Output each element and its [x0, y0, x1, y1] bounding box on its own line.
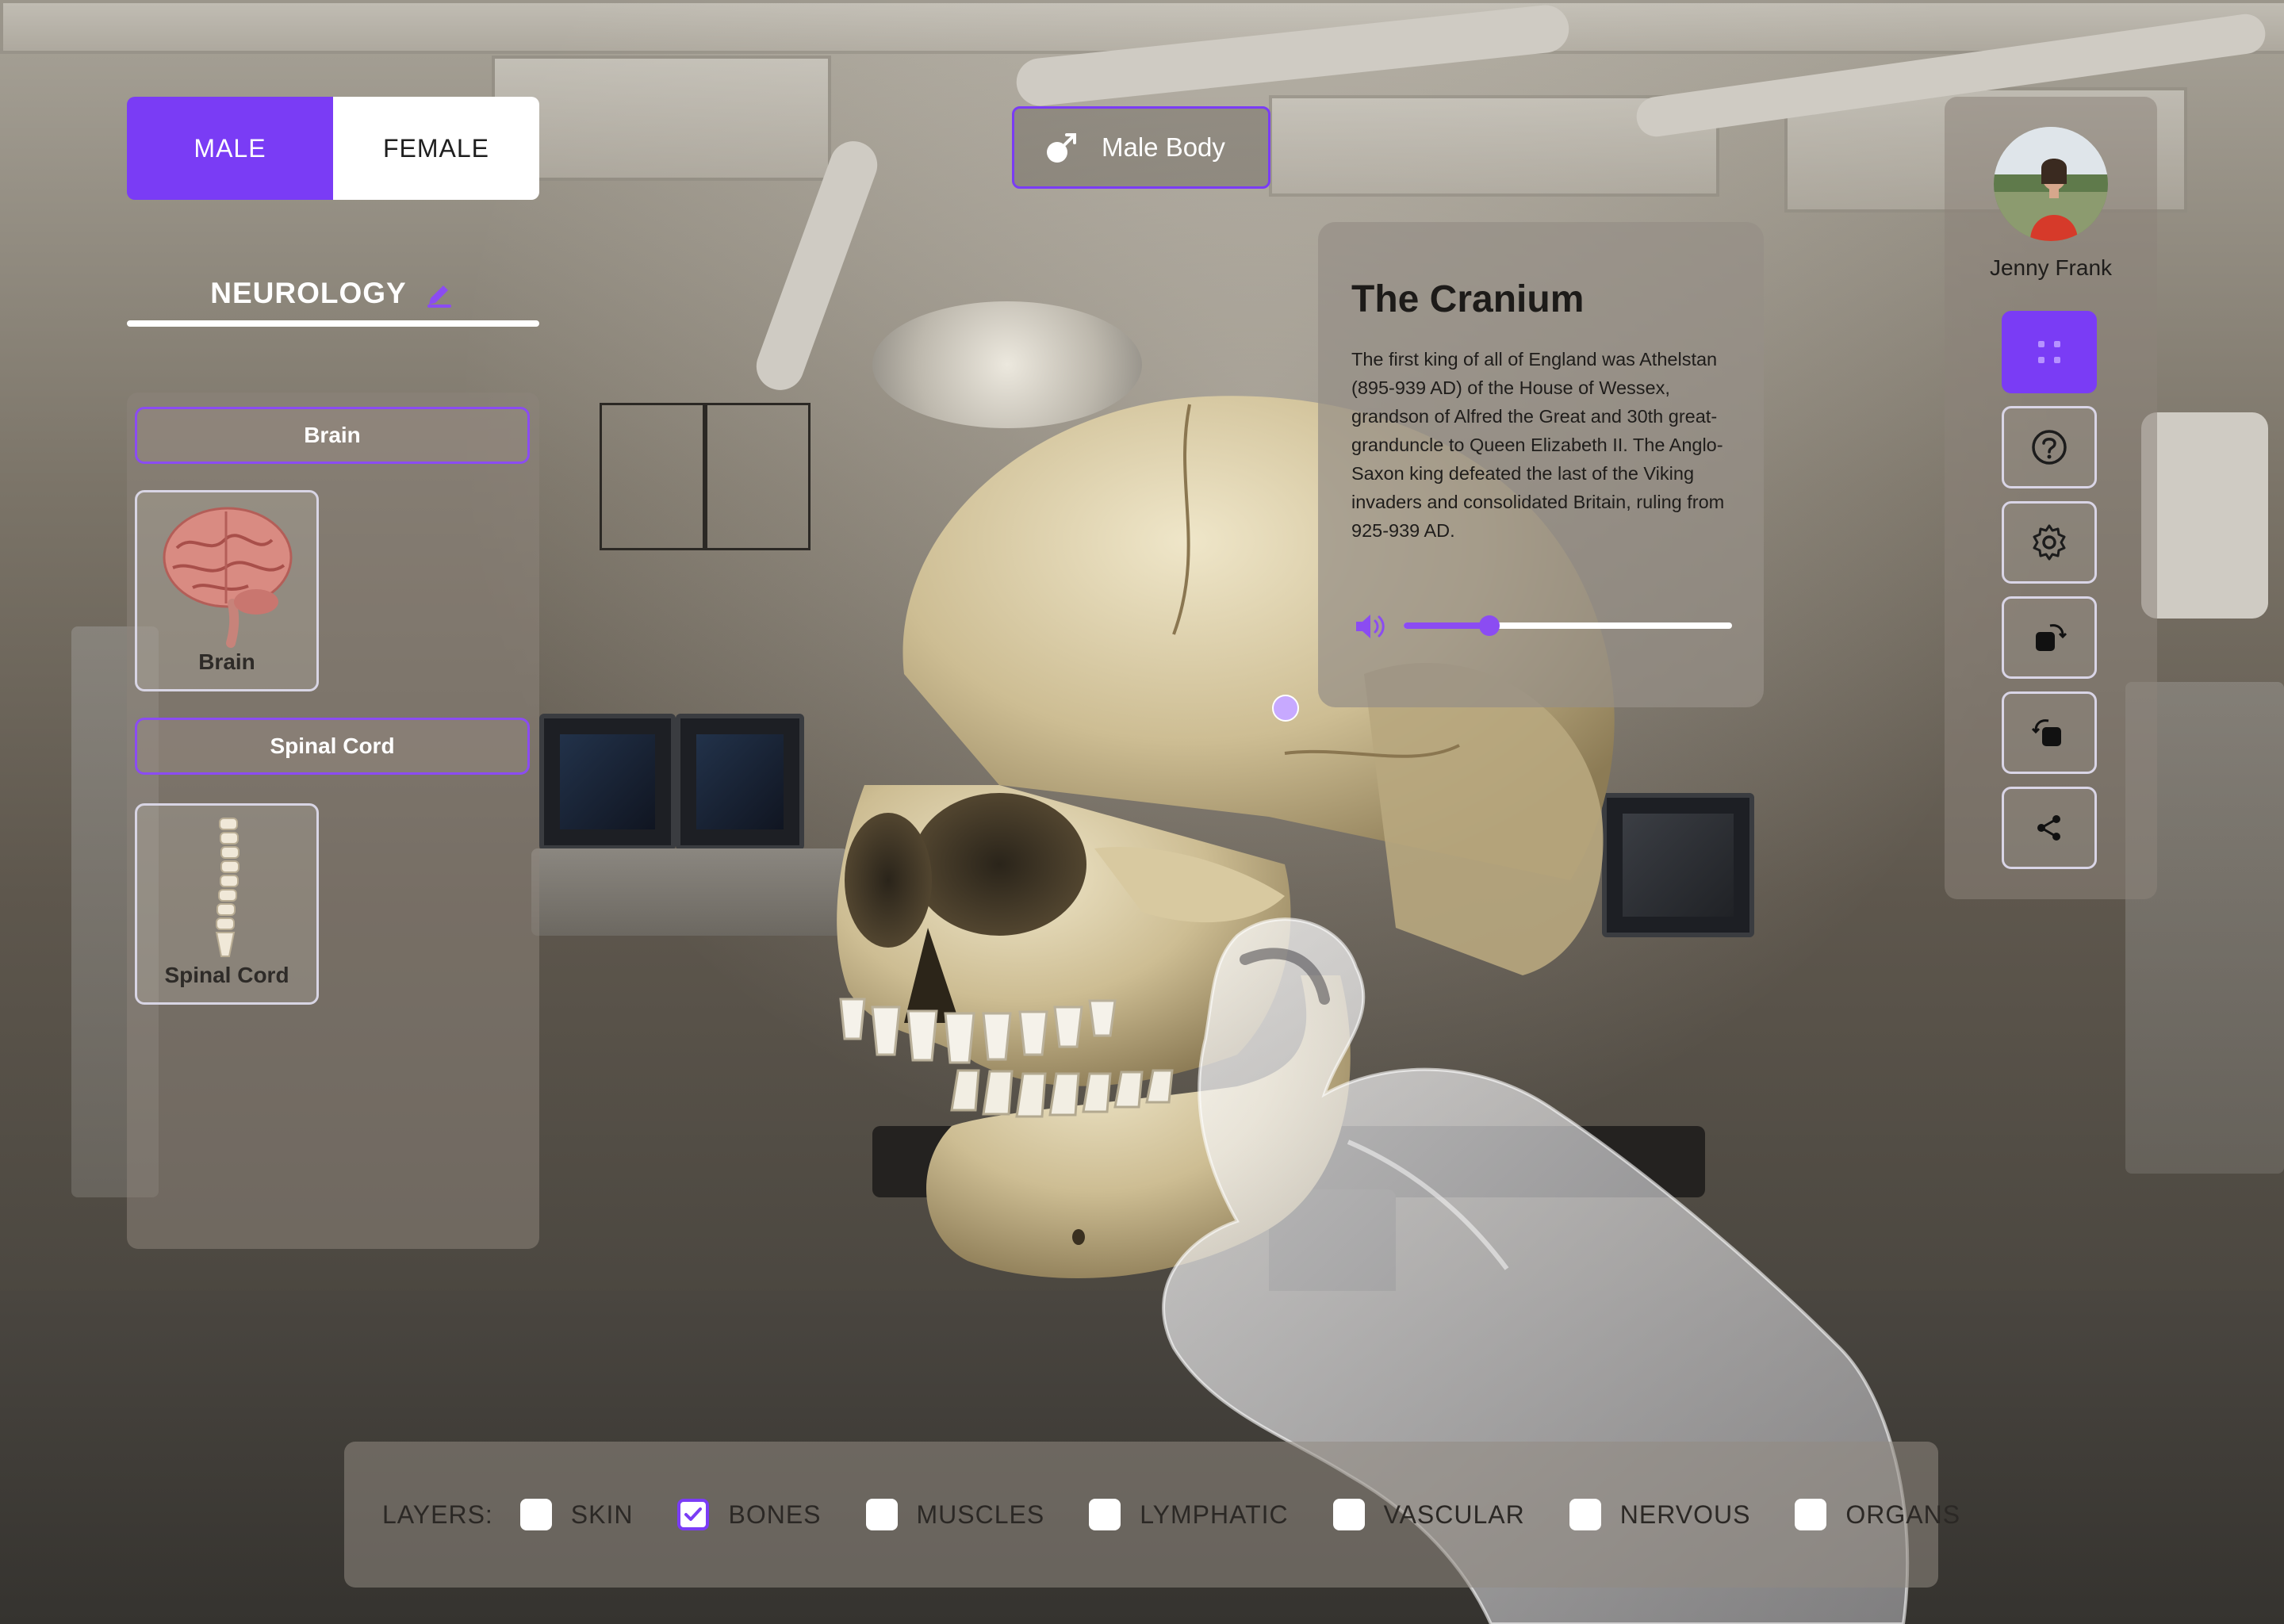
anatomy-hotspot[interactable] [1272, 695, 1299, 722]
layer-organs-label: ORGANS [1845, 1500, 1961, 1529]
brain-icon [163, 507, 293, 648]
share-icon [2037, 815, 2060, 841]
item-card-spinal-cord[interactable]: Spinal Cord [135, 803, 319, 1005]
help-icon [2032, 430, 2067, 465]
layer-muscles-checkbox[interactable] [865, 1499, 898, 1530]
layer-nervous[interactable]: NERVOUS [1569, 1499, 1751, 1530]
speaker-icon[interactable] [1353, 611, 1388, 642]
grid-button[interactable] [2002, 311, 2097, 393]
settings-button[interactable] [2002, 501, 2097, 584]
male-symbol-icon [1047, 133, 1076, 163]
help-button[interactable] [2002, 406, 2097, 488]
share-button[interactable] [2002, 787, 2097, 869]
female-button[interactable]: FEMALE [333, 97, 539, 200]
layers-label: LAYERS: [382, 1500, 493, 1529]
layer-lymphatic-checkbox[interactable] [1089, 1499, 1121, 1530]
audio-slider-fill [1404, 622, 1489, 629]
layer-muscles-label: MUSCLES [916, 1500, 1045, 1529]
gender-toggle: MALE FEMALE [127, 97, 539, 200]
male-button[interactable]: MALE [127, 97, 333, 200]
structure-panel: Brain Brain Spinal Cord Spinal Cord [127, 393, 539, 1249]
layer-skin-label: SKIN [570, 1500, 634, 1529]
layer-nervous-label: NERVOUS [1619, 1500, 1751, 1529]
toolbar-panel: Jenny Frank [1945, 97, 2157, 899]
item-card-spinal-cord-label: Spinal Cord [164, 963, 289, 987]
gear-icon [2033, 524, 2066, 561]
audio-slider[interactable] [1404, 615, 1732, 636]
info-body: The first king of all of England was Ath… [1351, 349, 1725, 541]
item-card-brain[interactable]: Brain [135, 490, 319, 691]
body-type-tag[interactable]: Male Body [1012, 106, 1270, 189]
category-header-brain[interactable]: Brain [135, 407, 530, 464]
section-title[interactable]: NEUROLOGY [127, 262, 539, 325]
rotate-left-button[interactable] [2002, 691, 2097, 774]
pen-icon[interactable] [424, 278, 456, 309]
rotate-right-icon [2036, 624, 2067, 651]
layer-skin[interactable]: SKIN [519, 1499, 634, 1530]
item-card-brain-label: Brain [198, 649, 255, 674]
grid-icon [2038, 341, 2060, 363]
layer-bones[interactable]: BONES [677, 1499, 821, 1530]
layer-vascular-checkbox[interactable] [1332, 1499, 1365, 1530]
layer-bones-label: BONES [728, 1500, 822, 1529]
layer-nervous-checkbox[interactable] [1569, 1499, 1601, 1530]
info-title: The Cranium [1351, 278, 1585, 320]
layers-bar: LAYERS: SKIN BONES MUSCLES LYMPHATIC VAS… [344, 1442, 1960, 1588]
section-underline [127, 320, 539, 327]
rotate-right-button[interactable] [2002, 596, 2097, 679]
section-title-label: NEUROLOGY [210, 277, 407, 309]
audio-slider-knob[interactable] [1478, 615, 1500, 636]
layer-skin-checkbox[interactable] [519, 1499, 552, 1530]
layer-lymphatic-label: LYMPHATIC [1140, 1500, 1289, 1529]
layer-organs[interactable]: ORGANS [1795, 1499, 1960, 1530]
user-name: Jenny Frank [1989, 255, 2113, 280]
rotate-left-icon [2031, 719, 2061, 746]
layer-vascular[interactable]: VASCULAR [1332, 1499, 1525, 1530]
layer-bones-checkbox[interactable] [677, 1499, 710, 1530]
spine-icon [215, 818, 240, 957]
layer-vascular-label: VASCULAR [1383, 1500, 1525, 1529]
body-type-label: Male Body [1102, 132, 1225, 162]
layer-muscles[interactable]: MUSCLES [865, 1499, 1045, 1530]
info-card: The Cranium The first king of all of Eng… [1318, 222, 1764, 707]
avatar[interactable] [1994, 127, 2108, 241]
category-header-spinal-cord[interactable]: Spinal Cord [135, 718, 530, 775]
layer-lymphatic[interactable]: LYMPHATIC [1089, 1499, 1288, 1530]
layer-organs-checkbox[interactable] [1795, 1499, 1827, 1530]
checkmark-icon [684, 1507, 703, 1521]
